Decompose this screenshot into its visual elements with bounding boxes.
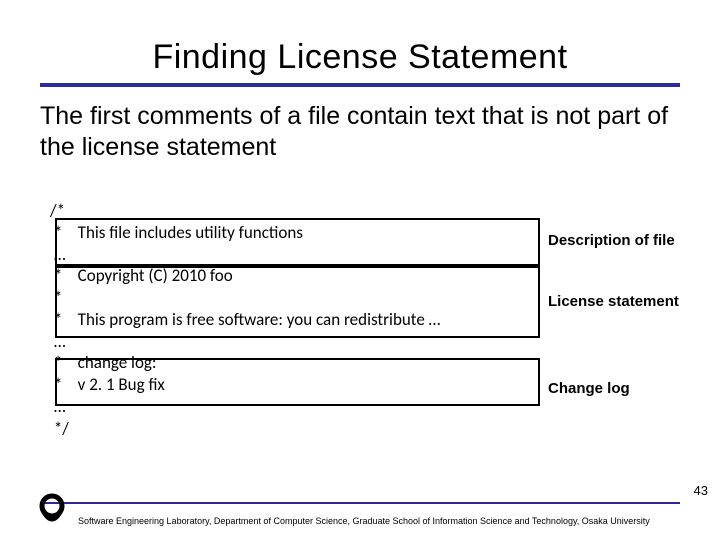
page-number: 43 — [694, 483, 708, 498]
label-description: Description of file — [548, 232, 675, 249]
title-underline — [40, 83, 680, 87]
highlight-box-license — [55, 266, 540, 338]
label-license: License statement — [548, 293, 679, 310]
university-logo-icon — [32, 492, 72, 532]
slide-title: Finding License Statement — [0, 0, 720, 83]
comment-line: */ — [50, 418, 440, 440]
footer-text: Software Engineering Laboratory, Departm… — [78, 516, 650, 526]
highlight-box-changelog — [55, 358, 540, 406]
label-changelog: Change log — [548, 380, 630, 397]
highlight-box-description — [55, 218, 540, 266]
footer-divider — [40, 502, 680, 504]
body-text: The first comments of a file contain tex… — [0, 101, 720, 164]
